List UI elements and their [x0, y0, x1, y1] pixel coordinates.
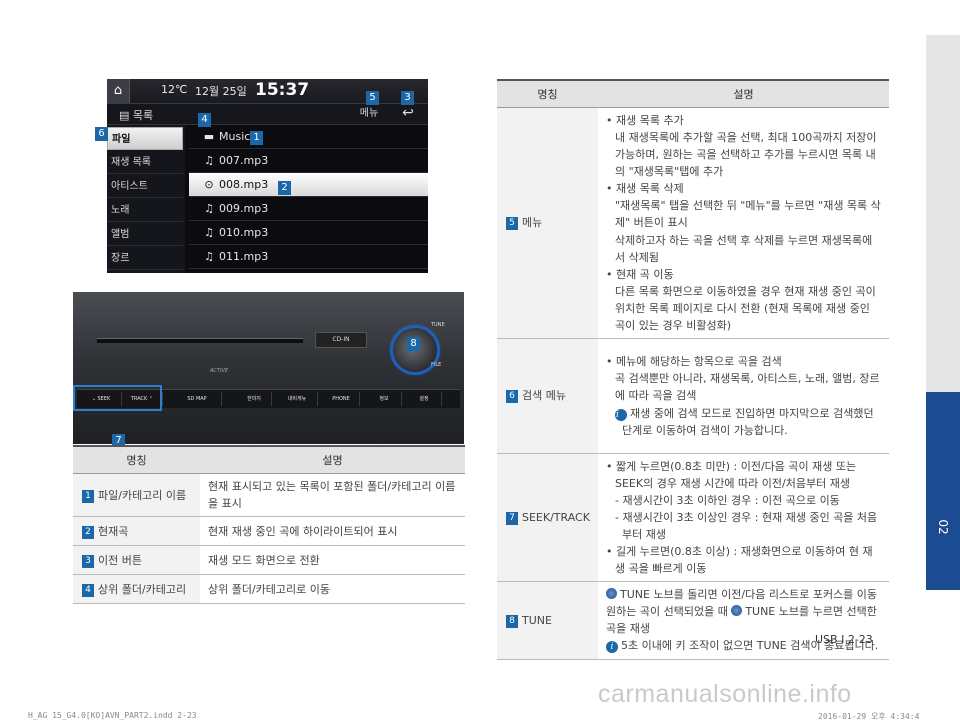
note-icon: ♫ — [204, 250, 214, 263]
file-knob-label: FILE — [431, 362, 442, 368]
seek-track-highlight — [73, 385, 162, 411]
sidebar-item-album[interactable]: 앨범 — [107, 223, 183, 246]
row-name: 3 이전 버튼 — [73, 545, 200, 576]
tune-knob-label: TUNE — [431, 322, 445, 328]
cd-in-label: CD-IN — [315, 332, 367, 348]
callout-badge: 5 — [366, 91, 379, 105]
table-row: 2 현재곡 현재 재생 중인 곡에 하이라이트되어 표시 — [73, 516, 465, 547]
row-name: 2 현재곡 — [73, 516, 200, 547]
list-header: ▤ 목록 메뉴 ↩ — [107, 104, 428, 125]
note-icon: ♫ — [204, 226, 214, 239]
table-row: 5 메뉴 • 재생 목록 추가 내 재생목록에 추가할 곡을 선택, 최대 100… — [497, 107, 889, 339]
row-desc: 재생 모드 화면으로 전환 — [200, 545, 465, 576]
clock: 15:37 — [255, 80, 310, 100]
phone-button[interactable]: PHONE — [323, 392, 360, 406]
row-name: 7 SEEK/TRACK — [497, 453, 598, 583]
table-row: 3 이전 버튼 재생 모드 화면으로 전환 — [73, 545, 465, 576]
sidebar-item-artist[interactable]: 아티스트 — [107, 175, 183, 198]
head-unit-photo: CD-IN ACTIVE TUNE FILE ⌄ SEEK TRACK ⌃ SD… — [73, 292, 464, 444]
sidebar-item-playlist[interactable]: 재생 목록 — [107, 151, 183, 174]
callout-badge: 3 — [401, 91, 414, 105]
cd-slot — [97, 338, 303, 343]
status-bar: ⌂ 12℃ 12월 25일 15:37 — [107, 79, 428, 104]
chapter-tab-inactive — [926, 35, 960, 392]
home-icon[interactable]: ⌂ — [107, 79, 130, 103]
temperature: 12℃ — [161, 83, 188, 96]
callout-badge: 1 — [250, 131, 263, 145]
row-desc: • 재생 목록 추가 내 재생목록에 추가할 곡을 선택, 최대 100곡까지 … — [598, 107, 889, 339]
track-row[interactable]: ♫ 007.mp3 — [189, 149, 428, 173]
note-icon: ♫ — [204, 202, 214, 215]
brand-label: ACTIVE — [210, 368, 229, 374]
menu-button[interactable]: 메뉴 — [352, 106, 386, 121]
sidebar-item-file[interactable]: 파일 — [107, 127, 183, 150]
row-desc: • 짧게 누르면(0.8초 미만) : 이전/다음 곡이 재생 또는 SEEK의… — [598, 453, 889, 583]
list-title: ▤ 목록 — [119, 109, 154, 122]
play-icon: ⊙ — [204, 178, 214, 191]
row-name: 4 상위 폴더/카테고리 — [73, 574, 200, 605]
callout-badge: 2 — [278, 181, 291, 195]
info-button[interactable]: 정보 — [367, 392, 402, 406]
table-row: 1 파일/카테고리 이름 현재 표시되고 있는 목록이 포함된 폴더/카테고리 이… — [73, 473, 465, 518]
row-name: 1 파일/카테고리 이름 — [73, 473, 200, 518]
setup-button[interactable]: 설정 — [407, 392, 442, 406]
column-header: 명칭 — [497, 79, 598, 108]
row-name: 8 TUNE — [497, 581, 598, 660]
callout-badge: 6 — [95, 127, 108, 141]
page-number: USB I 2-23 — [815, 633, 873, 646]
callout-badge: 4 — [198, 113, 211, 127]
row-desc: • 메뉴에 해당하는 항목으로 곡을 검색 곡 검색뿐만 아니라, 재생목록, … — [598, 338, 889, 454]
info-icon: i — [606, 641, 618, 654]
tune-knob-icon — [606, 588, 617, 600]
row-name: 5 메뉴 — [497, 107, 598, 339]
row-desc: 현재 표시되고 있는 목록이 포함된 폴더/카테고리 이름을 표시 — [200, 473, 465, 518]
table-row: 6 검색 메뉴 • 메뉴에 해당하는 항목으로 곡을 검색 곡 검색뿐만 아니라,… — [497, 338, 889, 454]
folder-icon: ▬ — [203, 130, 215, 143]
folder-row[interactable]: ▬ Music — [189, 125, 428, 149]
avn-list-screenshot: ⌂ 12℃ 12월 25일 15:37 ▤ 목록 메뉴 ↩ 파일 재생 목록 아… — [107, 79, 428, 273]
date: 12월 25일 — [195, 85, 247, 98]
table-row: 8 TUNE TUNE 노브를 돌리면 이전/다음 리스트로 포커스를 이동 원하… — [497, 581, 889, 660]
track-row[interactable]: ♫ 009.mp3 — [189, 197, 428, 221]
map-button[interactable]: SD MAP — [173, 392, 222, 406]
column-header: 설명 — [200, 445, 465, 474]
sidebar-item-song[interactable]: 노래 — [107, 199, 183, 222]
row-desc: TUNE 노브를 돌리면 이전/다음 리스트로 포커스를 이동 원하는 곡이 선… — [598, 581, 889, 660]
row-desc: 현재 재생 중인 곡에 하이라이트되어 표시 — [200, 516, 465, 547]
note-icon: ♫ — [204, 154, 214, 167]
table-row: 4 상위 폴더/카테고리 상위 폴더/카테고리로 이동 — [73, 574, 465, 605]
track-row[interactable]: ♫ 011.mp3 — [189, 245, 428, 269]
media-button[interactable]: 한미지 — [237, 392, 272, 406]
print-footer-right: 2016-01-29 오후 4:34:4 — [818, 712, 920, 721]
row-desc: 상위 폴더/카테고리로 이동 — [200, 574, 465, 605]
column-header: 설명 — [598, 79, 889, 108]
track-row-current[interactable]: ⊙ 008.mp3 — [189, 173, 428, 197]
sidebar-item-genre[interactable]: 장르 — [107, 247, 183, 270]
column-header: 명칭 — [73, 445, 200, 474]
row-name: 6 검색 메뉴 — [497, 338, 598, 454]
callout-table-right: 명칭 설명 5 메뉴 • 재생 목록 추가 내 재생목록에 추가할 곡을 선택, … — [497, 79, 889, 660]
tune-knob-icon — [731, 605, 743, 617]
track-row[interactable]: ♫ 010.mp3 — [189, 221, 428, 245]
file-list: ▬ Music ♫ 007.mp3 ⊙ 008.mp3 ♫ 009.mp3 ♫ 010.m… — [189, 125, 428, 273]
back-icon[interactable]: ↩ — [395, 105, 421, 121]
callout-table-left: 명칭 설명 1 파일/카테고리 이름 현재 표시되고 있는 목록이 포함된 폴더/… — [73, 445, 465, 605]
chapter-number: 02 — [936, 519, 950, 535]
callout-badge: 8 — [407, 337, 420, 351]
nav-menu-button[interactable]: 내비게뉴 — [277, 392, 318, 406]
category-sidebar: 파일 재생 목록 아티스트 노래 앨범 장르 — [107, 125, 185, 273]
info-icon: i — [615, 408, 627, 421]
print-footer-left: H_AG 15_G4.0[KO]AVN_PART2.indd 2-23 — [28, 711, 197, 720]
table-row: 7 SEEK/TRACK • 짧게 누르면(0.8초 미만) : 이전/다음 곡이… — [497, 453, 889, 583]
watermark: carmanualsonline.info — [598, 680, 852, 708]
chapter-tab-active — [926, 392, 960, 590]
